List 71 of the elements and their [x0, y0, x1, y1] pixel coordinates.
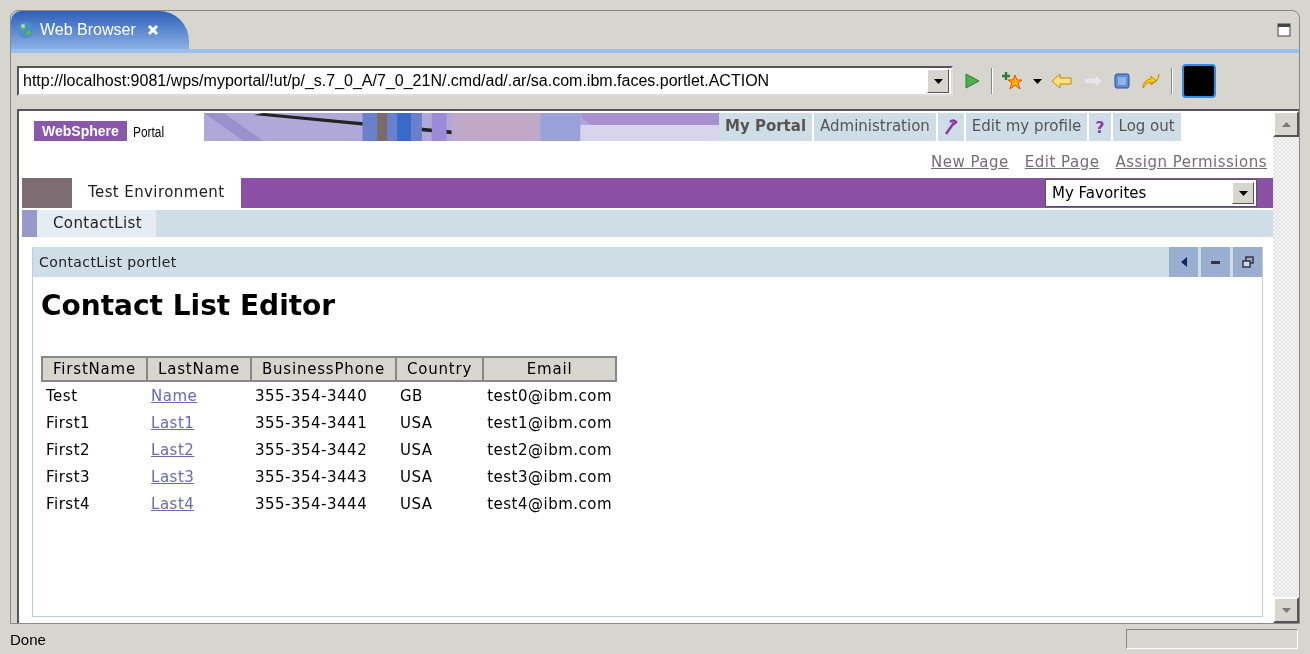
- nav-link[interactable]: Log out: [1112, 113, 1181, 141]
- page-tab[interactable]: ContactList: [37, 210, 156, 237]
- caret-icon[interactable]: [1033, 78, 1042, 84]
- minimize-icon: [1211, 260, 1220, 264]
- table-cell: USA: [399, 413, 433, 432]
- go-icon[interactable]: [962, 71, 982, 91]
- page-bar-block: [22, 210, 37, 237]
- page-link[interactable]: Assign Permissions: [1115, 153, 1267, 171]
- back-button[interactable]: [1169, 247, 1198, 277]
- page-link[interactable]: Edit Page: [1024, 153, 1100, 171]
- table-link[interactable]: Last2: [151, 440, 195, 459]
- column-header[interactable]: Country: [395, 357, 484, 381]
- table-link[interactable]: Name: [151, 386, 198, 405]
- page-heading: Contact List Editor: [41, 289, 337, 322]
- url-field[interactable]: http://localhost:9081/wps/myportal/!ut/p/_s.7_0_A/7_0_21N/.cmd/ad/.ar/sa.com.ibm.faces.portlet.ACTION: [17, 66, 953, 96]
- table-cell: First2: [46, 440, 91, 459]
- table-cell: test2@ibm.com: [487, 440, 613, 459]
- portlet-title: ContactList portlet: [38, 254, 177, 270]
- minimize-button[interactable]: [1201, 247, 1230, 277]
- browser-tab[interactable]: Web Browser: [11, 11, 189, 49]
- left-triangle-icon: [1180, 257, 1187, 267]
- dropdown-button[interactable]: [927, 69, 949, 93]
- nav-link[interactable]: Edit my profile: [965, 113, 1088, 141]
- add-bookmark-icon[interactable]: [1002, 71, 1024, 91]
- table-cell: Test: [46, 386, 78, 405]
- logo: WebSphere: [34, 121, 127, 141]
- table-cell: 355-354-3441: [254, 413, 368, 432]
- table-cell: 355-354-3442: [254, 440, 368, 459]
- help-icon[interactable]: ?: [1089, 113, 1111, 141]
- restore-icon: [1241, 256, 1254, 268]
- wrench-icon[interactable]: [937, 113, 964, 141]
- down-arrow-icon[interactable]: [1281, 607, 1291, 613]
- display-button[interactable]: [1182, 64, 1216, 98]
- table-cell: USA: [399, 494, 433, 513]
- table-cell: test0@ibm.com: [487, 386, 613, 405]
- column-header[interactable]: LastName: [147, 357, 251, 381]
- close-icon[interactable]: [146, 24, 159, 36]
- table-cell: 355-354-3444: [254, 494, 368, 513]
- table-cell: test4@ibm.com: [487, 494, 613, 513]
- stop-icon[interactable]: [1113, 72, 1131, 90]
- table-cell: First4: [46, 494, 91, 513]
- restore-button[interactable]: [1233, 247, 1262, 277]
- up-arrow-icon[interactable]: [1281, 121, 1291, 127]
- table-link[interactable]: Last4: [151, 494, 195, 513]
- globe-icon: [17, 21, 35, 39]
- caret-icon: [1238, 190, 1248, 196]
- place-bar-block: [22, 178, 72, 208]
- nav-link[interactable]: My Portal: [719, 113, 813, 141]
- table-cell: GB: [399, 386, 423, 405]
- table-link[interactable]: Last3: [151, 467, 195, 486]
- column-header[interactable]: Email: [483, 357, 617, 381]
- place-tab[interactable]: Test Environment: [72, 178, 241, 208]
- column-header[interactable]: BusinessPhone: [250, 357, 396, 381]
- table-link[interactable]: Last1: [151, 413, 195, 432]
- column-header[interactable]: FirstName: [42, 357, 148, 381]
- favorites-select[interactable]: My Favorites: [1045, 179, 1257, 207]
- maximize-icon[interactable]: [1277, 23, 1291, 37]
- status-text: Done: [10, 630, 46, 648]
- scrollbar[interactable]: [1273, 111, 1299, 623]
- table-cell: 355-354-3443: [254, 467, 368, 486]
- page-link[interactable]: New Page: [930, 153, 1009, 171]
- caret-icon: [933, 78, 943, 84]
- table-cell: test3@ibm.com: [487, 467, 613, 486]
- table-cell: 355-354-3440: [254, 386, 368, 405]
- table-cell: First3: [46, 467, 91, 486]
- logo-suffix: Portal: [132, 123, 164, 140]
- table-cell: test1@ibm.com: [487, 413, 613, 432]
- table-cell: USA: [399, 440, 433, 459]
- nav-link[interactable]: Administration: [814, 113, 936, 141]
- table-cell: USA: [399, 467, 433, 486]
- table-cell: First1: [46, 413, 91, 432]
